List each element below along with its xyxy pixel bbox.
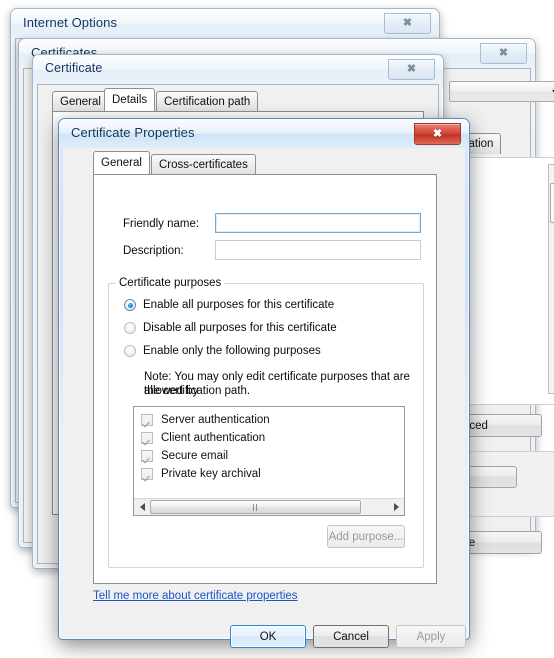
- checkbox-icon-checked[interactable]: [141, 432, 153, 444]
- scrollbar-track[interactable]: [150, 499, 388, 515]
- certificate-tabstrip: General Details Certification path: [38, 85, 438, 111]
- ok-button[interactable]: OK: [230, 625, 306, 648]
- close-icon[interactable]: ✖: [384, 13, 431, 34]
- purposes-listbox[interactable]: Server authentication Client authenticat…: [133, 406, 405, 516]
- scroll-up-icon[interactable]: [549, 165, 554, 181]
- radio-icon: [124, 345, 136, 357]
- certificate-purposes-group-title: Certificate purposes: [116, 277, 225, 289]
- scroll-left-icon[interactable]: [134, 499, 150, 515]
- close-icon[interactable]: ✖: [414, 123, 461, 145]
- description-input[interactable]: [215, 240, 421, 260]
- window-title-certificate-properties: Certificate Properties: [71, 125, 195, 140]
- window-certificate-properties[interactable]: Certificate Properties ✖ General Cross-c…: [58, 118, 470, 648]
- radio-icon-selected: [124, 299, 136, 311]
- screenshot-root: Internet Options ✖ Certificates ✖ ficati…: [0, 0, 554, 658]
- radio-enable-all-purposes[interactable]: Enable all purposes for this certificate: [124, 299, 334, 311]
- radio-icon: [124, 322, 136, 334]
- scroll-right-icon[interactable]: [388, 499, 404, 515]
- scrollbar-thumb[interactable]: [550, 183, 554, 223]
- close-icon[interactable]: ✖: [388, 59, 435, 80]
- add-purpose-button[interactable]: Add purpose...: [327, 525, 405, 548]
- tab-certification-path[interactable]: Certification path: [156, 91, 259, 111]
- purposes-note-line2: the certification path.: [144, 385, 251, 397]
- list-item[interactable]: Private key archival: [141, 468, 261, 480]
- certificate-store-combobox[interactable]: [449, 81, 554, 102]
- window-title-certificate: Certificate: [45, 61, 103, 75]
- apply-button[interactable]: Apply: [396, 625, 466, 648]
- tab-details[interactable]: Details: [104, 88, 156, 111]
- description-label: Description:: [123, 245, 184, 257]
- list-item[interactable]: Secure email: [141, 450, 228, 462]
- certificates-list-scrollbar[interactable]: [548, 164, 554, 394]
- scrollbar-thumb[interactable]: [150, 500, 362, 514]
- help-link-certificate-properties[interactable]: Tell me more about certificate propertie…: [93, 590, 298, 602]
- checkbox-icon-checked[interactable]: [141, 468, 153, 480]
- close-icon[interactable]: ✖: [480, 43, 527, 64]
- properties-tab-panel: Friendly name: Description: Certificate …: [93, 174, 437, 584]
- friendly-name-label: Friendly name:: [123, 218, 200, 230]
- radio-disable-all-purposes[interactable]: Disable all purposes for this certificat…: [124, 322, 337, 334]
- list-item[interactable]: Server authentication: [141, 414, 270, 426]
- window-title-internet-options: Internet Options: [23, 15, 118, 30]
- tab-general[interactable]: General: [93, 151, 150, 174]
- checkbox-icon-checked[interactable]: [141, 414, 153, 426]
- client-area-certificate-properties: General Cross-certificates Friendly name…: [63, 148, 466, 648]
- friendly-name-input[interactable]: [215, 213, 421, 233]
- cancel-button[interactable]: Cancel: [313, 625, 389, 648]
- checkbox-icon-checked[interactable]: [141, 450, 153, 462]
- tab-general[interactable]: General: [52, 91, 109, 111]
- list-item[interactable]: Client authentication: [141, 432, 265, 444]
- tab-cross-certificates[interactable]: Cross-certificates: [151, 154, 256, 174]
- purposes-horizontal-scrollbar[interactable]: [134, 498, 404, 515]
- scroll-down-icon[interactable]: [549, 377, 554, 393]
- properties-tabstrip: General Cross-certificates: [63, 148, 465, 174]
- radio-enable-only-following-purposes[interactable]: Enable only the following purposes: [124, 345, 321, 357]
- grip-icon: [252, 503, 259, 511]
